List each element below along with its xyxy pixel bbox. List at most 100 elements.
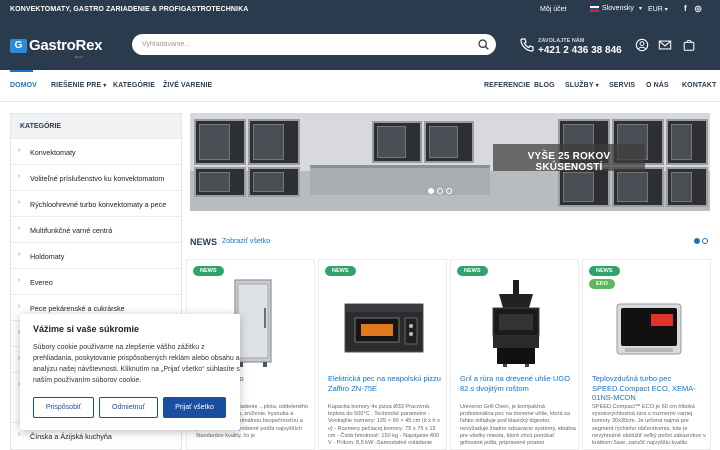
nav-riesenie-pre-label: RIEŠENIE PRE [51, 82, 102, 89]
product-description: SPEED.Compact™ ECO je 60 cm hlboká vysok… [592, 404, 706, 447]
nav-kontakt[interactable]: KONTAKT [682, 82, 716, 89]
reject-button[interactable]: Odmietnuť [99, 397, 158, 418]
sidebar-item[interactable]: › Multifunkčné varné centrá [11, 216, 181, 242]
product-card[interactable]: NEWS EKO Teplovzdušná turbo pec SPEED.Co… [582, 259, 711, 450]
nav-blog[interactable]: BLOG [534, 82, 555, 89]
nav-sluzby[interactable]: SLUŽBY ▾ [565, 82, 599, 89]
top-bar: KONVEKTOMATY, GASTRO ZARIADENIE & PROFIG… [0, 0, 720, 20]
oven-image [194, 119, 246, 165]
sidebar-item[interactable]: › Holdomaty [11, 242, 181, 268]
cookie-consent-dialog: Vážime si vaše súkromie Súbory cookie po… [20, 314, 240, 430]
product-description: Universo Grill Oven, je kompaktná profes… [460, 404, 576, 447]
social-links: f ◎ [684, 4, 702, 13]
product-name[interactable]: Gril a rúra na drevené uhlie UGO 82 s dv… [460, 374, 576, 393]
nav-referencie[interactable]: REFERENCIE [484, 82, 530, 89]
chevron-right-icon: › [18, 147, 21, 154]
sidebar-item-label: Holdomaty [30, 252, 65, 261]
logo-text: GastroRex [29, 37, 103, 54]
sidebar-item[interactable]: › Evereo [11, 268, 181, 294]
sidebar-title: KATEGÓRIE [11, 114, 181, 138]
logo-subtitle: s.r.o. [75, 54, 84, 59]
search-icon[interactable] [477, 38, 490, 51]
nav-riesenie-pre[interactable]: RIEŠENIE PRE ▾ [51, 82, 106, 89]
mail-icon[interactable] [658, 38, 672, 52]
sidebar-item-label: Multifunkčné varné centrá [30, 226, 113, 235]
instagram-icon[interactable]: ◎ [695, 4, 702, 13]
facebook-icon[interactable]: f [684, 4, 687, 13]
currency-label: EUR [648, 6, 663, 13]
product-description: Kapacita komory 4x pizza Ø33 Pracovná te… [328, 404, 440, 447]
language-selector[interactable]: Slovensky ▾ [590, 5, 642, 12]
logo[interactable]: G GastroRex [10, 37, 102, 54]
accept-all-button[interactable]: Prijať všetko [163, 397, 226, 418]
news-badge: NEWS [193, 266, 224, 276]
tagline: KONVEKTOMATY, GASTRO ZARIADENIE & PROFIG… [10, 6, 249, 13]
product-name[interactable]: Elektrická pec na neapolskú pizzu Zaffir… [328, 374, 444, 393]
customize-button[interactable]: Prispôsobiť [33, 397, 94, 418]
sidebar-item-label: Konvektomaty [30, 148, 76, 157]
phone-icon [520, 38, 534, 52]
news-badge: NEWS [589, 266, 620, 276]
chevron-right-icon: › [18, 225, 21, 232]
sidebar-item[interactable]: › Konvektomaty [11, 138, 181, 164]
cart-icon[interactable] [682, 38, 696, 52]
news-page-dot[interactable] [702, 238, 708, 244]
oven-image [248, 119, 300, 165]
cookie-title: Vážime si vaše súkromie [33, 324, 140, 334]
news-pagination [694, 238, 708, 244]
nav-sluzby-label: SLUŽBY [565, 82, 594, 89]
oven-image [372, 121, 422, 163]
oven-image [248, 167, 300, 197]
contact-phone[interactable]: +421 2 436 38 846 [538, 45, 622, 56]
sidebar-item[interactable]: › Rýchloohrevné turbo konvektomaty a pece [11, 190, 181, 216]
hero-banner[interactable]: VYŠE 25 ROKOV SKÚSENOSTÍ [190, 113, 710, 211]
sidebar-item[interactable]: › Voliteľné príslušenstvo ku konvektomato… [11, 164, 181, 190]
oven-image [424, 121, 474, 163]
chevron-right-icon: › [18, 431, 21, 438]
chevron-down-icon: ▾ [664, 7, 668, 13]
product-card[interactable]: NEWS Elektrická pec na neapolskú pizzu Z… [318, 259, 447, 450]
chevron-down-icon: ▾ [638, 6, 642, 12]
nav-domov[interactable]: DOMOV [10, 82, 37, 89]
product-name[interactable]: Teplovzdušná turbo pec SPEED.Compact ECO… [592, 374, 708, 403]
active-nav-indicator [10, 70, 33, 72]
carousel-dot[interactable] [437, 188, 443, 194]
news-page-dot[interactable] [694, 238, 700, 244]
oven-image [666, 119, 708, 165]
chevron-down-icon: ▾ [595, 83, 599, 89]
search-input[interactable] [142, 38, 462, 51]
main-nav: DOMOV RIEŠENIE PRE ▾ KATEGÓRIE ŽIVÉ VAREN… [0, 70, 720, 102]
user-icon[interactable] [635, 38, 649, 52]
search-bar [132, 34, 496, 55]
sidebar-item-label: Voliteľné príslušenstvo ku konvektomatom [30, 174, 165, 183]
contact-label: ZAVOLAJTE NÁM [538, 38, 585, 44]
carousel-dots [428, 188, 452, 194]
sidebar-item-label: Evereo [30, 278, 53, 287]
chevron-right-icon: › [18, 251, 21, 258]
chevron-right-icon: › [18, 303, 21, 310]
carousel-dot[interactable] [446, 188, 452, 194]
currency-selector[interactable]: EUR ▾ [648, 6, 668, 13]
nav-zive-varenie[interactable]: ŽIVÉ VARENIE [163, 82, 212, 89]
my-account-link[interactable]: Môj účet [540, 6, 566, 13]
nav-o-nas[interactable]: O NÁS [646, 82, 669, 89]
oven-image [612, 167, 664, 207]
product-card[interactable]: NEWS Gril a rúra na drevené uhlie UGO 82… [450, 259, 579, 450]
nav-kategorie[interactable]: KATEGÓRIE [113, 82, 155, 89]
chevron-right-icon: › [18, 173, 21, 180]
oven-image [194, 167, 246, 197]
speed-oven-image [616, 303, 682, 355]
sidebar-item-label: Pece pekárenské a cukrárske [30, 304, 125, 313]
kitchen-counter-image [310, 165, 490, 195]
logo-mark-icon: G [10, 38, 27, 53]
news-badge: NEWS [457, 266, 488, 276]
charcoal-grill-image [492, 280, 540, 367]
news-section-title: NEWS [190, 237, 217, 247]
carousel-dot[interactable] [428, 188, 434, 194]
show-all-news-link[interactable]: Zobraziť všetko [222, 238, 270, 245]
banner-headline: VYŠE 25 ROKOV SKÚSENOSTÍ [527, 151, 611, 173]
nav-servis[interactable]: SERVIS [609, 82, 635, 89]
oven-image [558, 167, 610, 207]
oven-image [666, 167, 708, 207]
sidebar-item-label: Rýchloohrevné turbo konvektomaty a pece [30, 200, 167, 209]
